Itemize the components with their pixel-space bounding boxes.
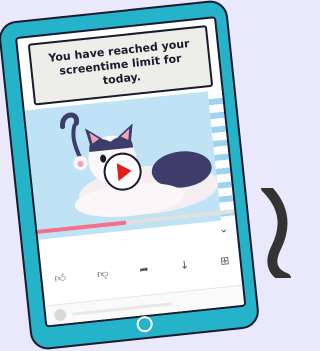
tablet-screen: You have reached your screentime limit f… <box>14 16 247 328</box>
thumbs-up-icon[interactable]: 👍︎ <box>54 271 67 285</box>
video-actions: 👍︎ 👎︎ ➦ ↓ ⊞ <box>53 250 230 288</box>
share-icon[interactable]: ➦ <box>139 262 150 276</box>
video-player[interactable] <box>24 89 236 240</box>
comment-placeholder-line <box>72 302 172 316</box>
add-to-playlist-icon[interactable]: ⊞ <box>220 254 231 268</box>
play-button[interactable] <box>101 150 144 193</box>
thumbs-down-icon[interactable]: 👎︎ <box>96 266 108 280</box>
avatar <box>53 308 67 322</box>
screentime-limit-message: You have reached your screentime limit f… <box>47 36 191 88</box>
home-button[interactable] <box>135 315 154 333</box>
play-icon <box>116 163 132 182</box>
tablet-device: You have reached your screentime limit f… <box>0 0 261 351</box>
cable <box>261 188 291 278</box>
download-icon[interactable]: ↓ <box>179 258 190 272</box>
chevron-down-icon[interactable]: ⌄ <box>218 222 229 236</box>
